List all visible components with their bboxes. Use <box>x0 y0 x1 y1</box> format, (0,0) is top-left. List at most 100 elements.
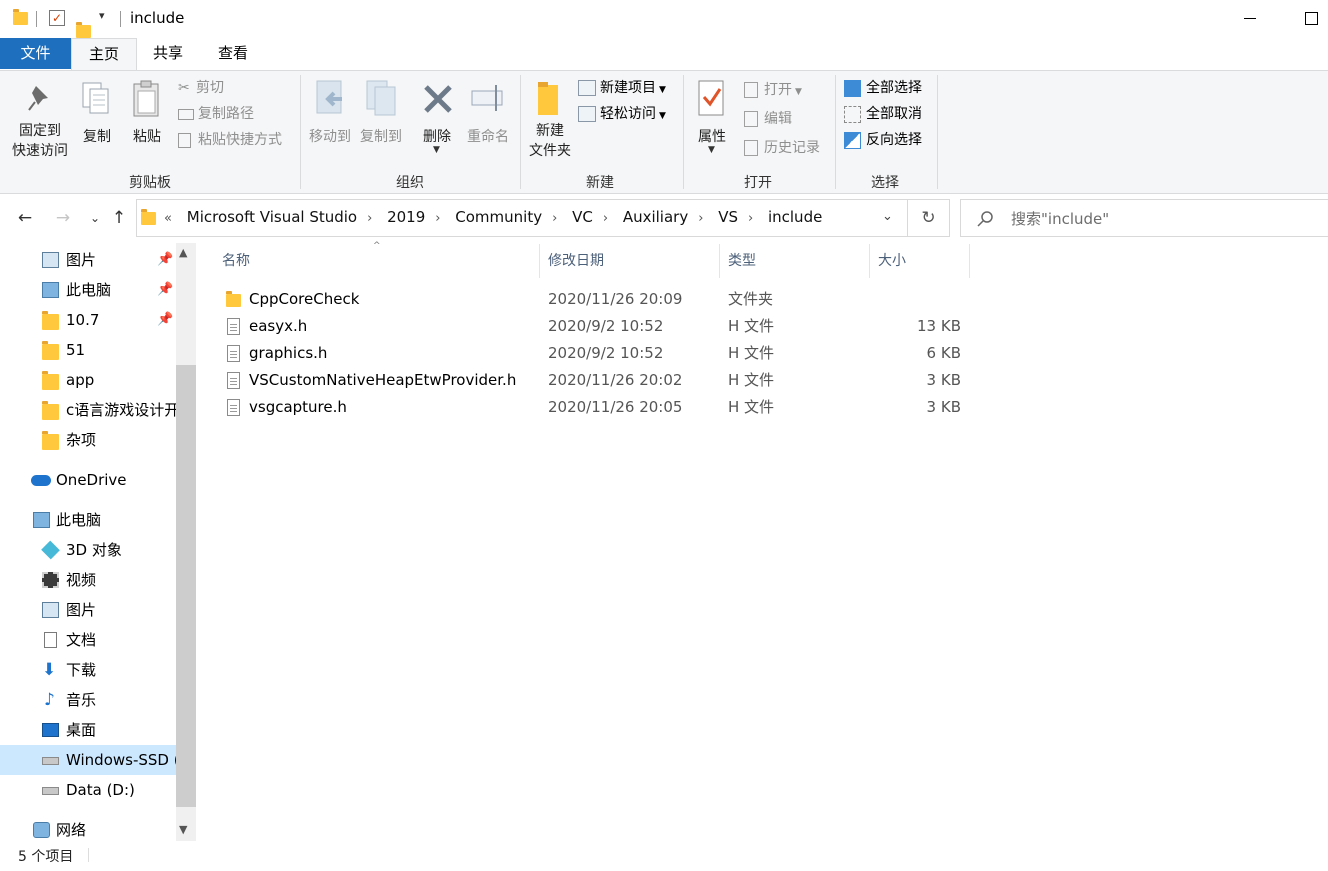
tab-home[interactable]: 主页 <box>71 38 137 70</box>
history-button[interactable]: 历史记录 <box>744 137 820 159</box>
move-to-button[interactable]: 移动到 <box>304 77 356 163</box>
copy-to-button[interactable]: 复制到 <box>356 77 406 163</box>
refresh-button[interactable]: ↻ <box>908 199 950 237</box>
clipboard-group-label: 剪贴板 <box>129 175 171 191</box>
edit-button[interactable]: 编辑 <box>744 108 792 130</box>
nav-item-label: 杂项 <box>66 431 97 449</box>
breadcrumb-item[interactable]: VC <box>572 208 593 226</box>
pin-to-quick-access-button[interactable]: 固定到 快速访问 <box>6 77 74 169</box>
breadcrumb-item[interactable]: include <box>768 208 822 226</box>
pc-icon <box>33 512 50 528</box>
nav-item-onedrive[interactable]: OneDrive <box>0 465 176 495</box>
chevron-right-icon[interactable]: › <box>603 211 608 226</box>
nav-item-downloads[interactable]: ⬇ 下载 <box>0 655 176 685</box>
customize-quick-access-icon[interactable]: ▾ <box>99 9 105 22</box>
file-row[interactable]: easyx.h 2020/9/2 10:52 H 文件 13 KB <box>220 313 980 340</box>
nav-item-3d-objects[interactable]: 3D 对象 <box>0 535 176 565</box>
nav-item-this-pc-pinned[interactable]: 此电脑 📌 <box>0 275 176 305</box>
file-row[interactable]: VSCustomNativeHeapEtwProvider.h 2020/11/… <box>220 367 980 394</box>
column-header-date[interactable]: 修改日期 <box>548 251 604 275</box>
nav-item-folder[interactable]: 杂项 <box>0 425 176 455</box>
properties-quick-icon[interactable]: ✓ <box>49 10 65 26</box>
nav-item-folder[interactable]: 10.7 📌 <box>0 305 176 335</box>
tab-file[interactable]: 文件 <box>0 38 71 69</box>
delete-button[interactable]: 删除 ▼ <box>414 77 460 163</box>
tab-share[interactable]: 共享 <box>136 38 200 69</box>
select-none-button[interactable]: 全部取消 <box>844 103 922 125</box>
forward-button[interactable]: → <box>52 207 74 229</box>
breadcrumb-item[interactable]: Auxiliary <box>623 208 688 226</box>
scroll-up-arrow[interactable]: ▲ <box>179 246 187 259</box>
nav-item-desktop[interactable]: 桌面 <box>0 715 176 745</box>
nav-scrollbar-thumb[interactable] <box>176 365 196 807</box>
nav-item-pictures[interactable]: 图片 <box>0 595 176 625</box>
window-title: include <box>130 9 185 27</box>
chevron-right-icon[interactable]: › <box>698 211 703 226</box>
nav-item-data-d[interactable]: Data (D:) <box>0 775 176 805</box>
file-row[interactable]: vsgcapture.h 2020/11/26 20:05 H 文件 3 KB <box>220 394 980 421</box>
invert-selection-button[interactable]: 反向选择 <box>844 129 922 151</box>
overflow-chevron-icon[interactable]: « <box>164 211 172 226</box>
header-file-icon <box>227 372 240 389</box>
copy-button[interactable]: 复制 <box>78 77 116 157</box>
column-header-type[interactable]: 类型 <box>728 251 756 275</box>
back-button[interactable]: ← <box>14 207 36 229</box>
nav-item-folder[interactable]: 51 <box>0 335 176 365</box>
chevron-right-icon[interactable]: › <box>367 211 372 226</box>
edit-label: 编辑 <box>764 111 792 127</box>
divider <box>869 244 870 278</box>
select-all-button[interactable]: 全部选择 <box>844 77 922 99</box>
rename-button[interactable]: 重命名 <box>462 77 514 163</box>
chevron-right-icon[interactable]: › <box>748 211 753 226</box>
minimize-button[interactable] <box>1244 18 1256 19</box>
open-icon <box>744 82 758 98</box>
sort-ascending-icon: ^ <box>373 241 381 251</box>
new-folder-button[interactable]: 新建 文件夹 <box>524 77 576 167</box>
nav-item-label: 51 <box>66 341 86 359</box>
nav-item-folder[interactable]: c语言游戏设计开 <box>0 395 176 425</box>
paste-shortcut-button[interactable]: 粘贴快捷方式 <box>178 129 282 151</box>
file-date: 2020/11/26 20:05 <box>548 398 683 416</box>
copy-path-button[interactable]: 复制路径 <box>178 103 254 125</box>
scroll-down-arrow[interactable]: ▼ <box>179 823 187 836</box>
network-icon <box>33 822 50 838</box>
file-size: 3 KB <box>926 371 961 389</box>
nav-item-this-pc[interactable]: 此电脑 <box>0 505 176 535</box>
column-header-size[interactable]: 大小 <box>878 251 906 275</box>
file-row[interactable]: CppCoreCheck 2020/11/26 20:09 文件夹 <box>220 286 980 313</box>
new-folder-quick-icon[interactable] <box>76 22 91 38</box>
up-button[interactable]: ↑ <box>108 207 130 229</box>
chevron-right-icon[interactable]: › <box>435 211 440 226</box>
header-file-icon <box>227 318 240 335</box>
tab-view[interactable]: 查看 <box>201 38 265 69</box>
maximize-button[interactable] <box>1305 12 1318 25</box>
new-item-button[interactable]: 新建项目 ▼ <box>578 77 666 99</box>
address-history-dropdown[interactable]: ⌄ <box>882 209 893 224</box>
paste-button[interactable]: 粘贴 <box>128 77 166 157</box>
breadcrumb-item[interactable]: Microsoft Visual Studio <box>187 208 357 226</box>
breadcrumb-item[interactable]: Community <box>455 208 542 226</box>
select-group-label: 选择 <box>871 175 899 191</box>
nav-item-documents[interactable]: 文档 <box>0 625 176 655</box>
nav-item-pictures[interactable]: 图片 📌 <box>0 245 176 275</box>
nav-item-folder[interactable]: app <box>0 365 176 395</box>
open-button[interactable]: 打开 ▼ <box>744 79 802 101</box>
nav-item-label: 图片 <box>66 251 97 269</box>
file-row[interactable]: graphics.h 2020/9/2 10:52 H 文件 6 KB <box>220 340 980 367</box>
nav-item-videos[interactable]: 视频 <box>0 565 176 595</box>
column-header-name[interactable]: 名称 <box>222 251 250 275</box>
nav-item-music[interactable]: ♪ 音乐 <box>0 685 176 715</box>
breadcrumb-item[interactable]: VS <box>718 208 738 226</box>
recent-locations-button[interactable]: ⌄ <box>84 207 106 229</box>
cut-button[interactable]: ✂ 剪切 <box>178 77 224 99</box>
onedrive-icon <box>31 475 51 486</box>
ribbon-tabs: 文件 主页 共享 查看 <box>0 38 1328 70</box>
copy-label: 复制 <box>83 129 111 145</box>
properties-button[interactable]: 属性 ▼ <box>688 77 736 167</box>
nav-item-windows-ssd[interactable]: Windows-SSD ( <box>0 745 176 775</box>
nav-item-network[interactable]: 网络 <box>0 815 176 845</box>
breadcrumb-item[interactable]: 2019 <box>387 208 425 226</box>
easy-access-button[interactable]: 轻松访问 ▼ <box>578 103 666 125</box>
pictures-icon <box>42 252 59 268</box>
chevron-right-icon[interactable]: › <box>552 211 557 226</box>
